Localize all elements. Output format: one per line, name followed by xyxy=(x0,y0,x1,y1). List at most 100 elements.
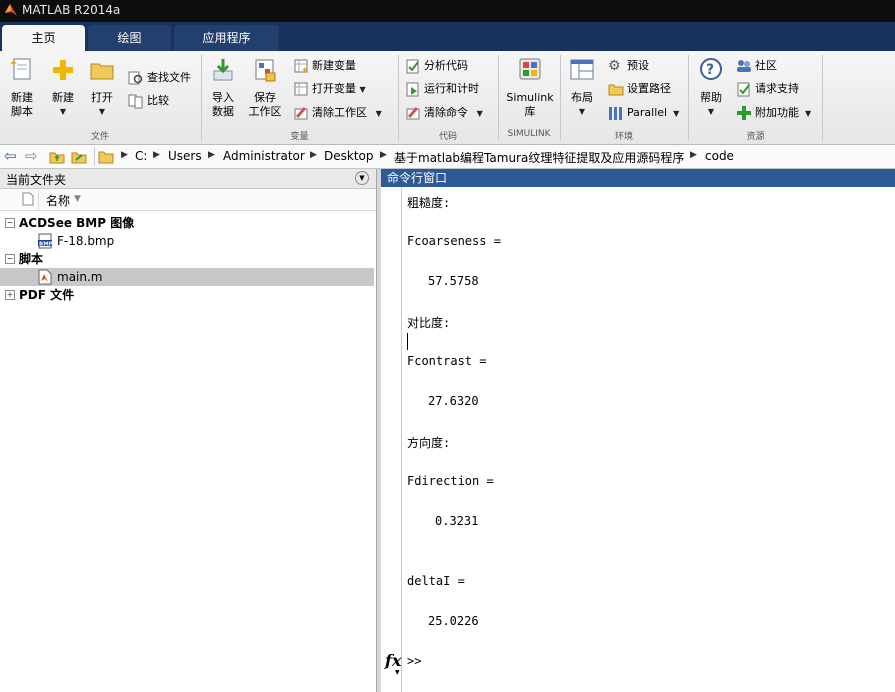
set-path-button[interactable]: 设置路径 xyxy=(608,79,671,99)
tab-apps[interactable]: 应用程序 xyxy=(174,25,279,51)
breadcrumb-separator-icon: ▶ xyxy=(153,150,160,160)
clear-commands-button[interactable]: 清除命令 ▼ xyxy=(405,103,483,123)
new-button[interactable]: 新建 ▼ xyxy=(46,57,80,119)
command-window[interactable]: 命令行窗口 粗糙度: Fcoarseness = 57.5758 对比度: Fc… xyxy=(381,169,895,692)
open-dropdown-arrow-icon[interactable]: ▼ xyxy=(86,105,118,119)
run-and-time-label: 运行和计时 xyxy=(424,82,479,95)
group-row-pdf[interactable]: + PDF 文件 xyxy=(0,286,374,304)
request-support-icon xyxy=(737,82,750,97)
layout-label: 布局 xyxy=(571,91,593,104)
layout-button[interactable]: 布局 ▼ xyxy=(565,57,599,119)
clear-workspace-button[interactable]: 清除工作区 ▼ xyxy=(293,103,382,123)
tab-home[interactable]: 主页 xyxy=(2,25,85,51)
current-folder-header: 当前文件夹 ▼ xyxy=(0,169,376,189)
open-button[interactable]: 打开 ▼ xyxy=(86,57,118,119)
function-browser-icon[interactable]: fx xyxy=(385,651,401,670)
help-icon: ? xyxy=(700,58,722,80)
find-files-button[interactable]: 查找文件 xyxy=(128,68,191,88)
simulink-library-icon xyxy=(519,58,541,80)
code-group-label: 代码 xyxy=(438,132,457,142)
add-ons-label: 附加功能 xyxy=(755,106,799,119)
breadcrumb-separator-icon: ▶ xyxy=(208,150,215,160)
import-data-button[interactable]: 导入 数据 xyxy=(206,57,240,119)
add-ons-icon xyxy=(737,106,751,120)
breadcrumb-item[interactable]: C: xyxy=(135,149,147,163)
current-folder-panel: 当前文件夹 ▼ 名称 ▼ − ACDSee BMP 图像 BMP F-18.bm… xyxy=(0,169,377,692)
clear-commands-dropdown-icon[interactable]: ▼ xyxy=(472,109,483,118)
clear-workspace-label: 清除工作区 xyxy=(312,106,367,119)
clear-workspace-dropdown-icon[interactable]: ▼ xyxy=(371,109,382,118)
breadcrumb-item[interactable]: Users xyxy=(168,149,202,163)
open-variable-dropdown-icon[interactable]: ▼ xyxy=(360,85,366,94)
breadcrumb-item[interactable]: Administrator xyxy=(223,149,305,163)
analyze-code-button[interactable]: 分析代码 xyxy=(405,56,468,76)
breadcrumb-separator-icon: ▶ xyxy=(690,150,697,160)
tab-plots[interactable]: 绘图 xyxy=(88,25,171,51)
ribbon-tab-strip: 主页 绘图 应用程序 xyxy=(0,22,895,51)
output-line: 对比度: xyxy=(407,316,451,330)
add-ons-button[interactable]: 附加功能 ▼ xyxy=(736,103,811,123)
clear-commands-icon xyxy=(406,107,420,120)
find-files-icon xyxy=(128,71,143,85)
simulink-library-button[interactable]: Simulink 库 xyxy=(502,57,558,119)
collapse-icon[interactable]: − xyxy=(5,254,15,264)
panel-menu-icon[interactable]: ▼ xyxy=(355,171,369,185)
new-variable-button[interactable]: ✦ 新建变量 xyxy=(293,56,356,76)
run-and-time-icon xyxy=(406,82,419,97)
open-variable-button[interactable]: 打开变量 ▼ xyxy=(293,79,366,99)
new-dropdown-arrow-icon[interactable]: ▼ xyxy=(46,105,80,119)
matlab-script-icon xyxy=(38,269,52,285)
sort-arrow-icon[interactable]: ▼ xyxy=(74,194,81,204)
run-and-time-button[interactable]: 运行和计时 xyxy=(405,79,479,99)
open-variable-icon xyxy=(294,82,308,96)
group-row-scripts[interactable]: − 脚本 xyxy=(0,250,374,268)
clear-workspace-icon xyxy=(294,107,308,120)
community-button[interactable]: 社区 xyxy=(736,56,777,76)
layout-icon xyxy=(570,59,594,80)
column-divider xyxy=(38,189,39,210)
group-row-bmp[interactable]: − ACDSee BMP 图像 xyxy=(0,214,374,232)
folder-icon xyxy=(90,63,114,80)
preferences-button[interactable]: ⚙ 预设 xyxy=(608,56,649,76)
file-row[interactable]: BMP F-18.bmp xyxy=(0,232,374,250)
compare-button[interactable]: 比较 xyxy=(128,91,169,111)
bmp-file-icon: BMP xyxy=(38,233,53,249)
help-label: 帮助 xyxy=(700,91,722,104)
save-workspace-button[interactable]: 保存 工作区 xyxy=(245,57,285,119)
parallel-dropdown-icon[interactable]: ▼ xyxy=(671,109,679,118)
address-bar: ⇦ ⇨ ▶ C: ▶ Users ▶ Administrator ▶ Deskt… xyxy=(0,145,895,169)
layout-dropdown-arrow-icon[interactable]: ▼ xyxy=(565,105,599,119)
group-label: PDF 文件 xyxy=(19,288,75,302)
breadcrumb-separator-icon: ▶ xyxy=(121,150,128,160)
help-button[interactable]: ? 帮助 ▼ xyxy=(694,57,728,119)
file-name: F-18.bmp xyxy=(57,234,115,248)
up-folder-icon[interactable] xyxy=(49,149,65,164)
parallel-button[interactable]: Parallel ▼ xyxy=(608,103,679,123)
function-browser-dropdown-icon[interactable]: ▼ xyxy=(395,669,400,676)
collapse-icon[interactable]: − xyxy=(5,218,15,228)
save-workspace-label: 保存 工作区 xyxy=(248,91,282,118)
back-arrow-icon[interactable]: ⇦ xyxy=(4,147,17,165)
request-support-label: 请求支持 xyxy=(755,82,799,95)
command-prompt[interactable]: >> xyxy=(407,654,421,668)
new-script-button[interactable]: ✦ 新建 脚本 xyxy=(4,57,40,119)
set-path-icon xyxy=(608,84,624,96)
simulink-group-label: SIMULINK xyxy=(507,129,551,139)
forward-arrow-icon[interactable]: ⇨ xyxy=(25,147,38,165)
breadcrumb-item[interactable]: code xyxy=(705,149,734,163)
file-row-selected[interactable]: main.m xyxy=(0,268,374,286)
add-ons-dropdown-icon[interactable]: ▼ xyxy=(803,109,811,118)
output-line: Fcontrast = xyxy=(407,354,487,368)
request-support-button[interactable]: 请求支持 xyxy=(736,79,799,99)
file-name: main.m xyxy=(57,270,103,284)
name-column-header[interactable]: 名称 xyxy=(46,192,70,209)
expand-icon[interactable]: + xyxy=(5,290,15,300)
breadcrumb-item[interactable]: Desktop xyxy=(324,149,374,163)
parallel-label: Parallel xyxy=(627,106,668,119)
output-line: Fcoarseness = xyxy=(407,234,501,248)
help-dropdown-arrow-icon[interactable]: ▼ xyxy=(694,105,728,119)
browse-folder-icon[interactable] xyxy=(71,149,87,164)
breadcrumb-item[interactable]: 基于matlab编程Tamura纹理特征提取及应用源码程序 xyxy=(394,149,684,166)
breadcrumb-separator-icon: ▶ xyxy=(380,150,387,160)
output-line: 方向度: xyxy=(407,436,451,450)
